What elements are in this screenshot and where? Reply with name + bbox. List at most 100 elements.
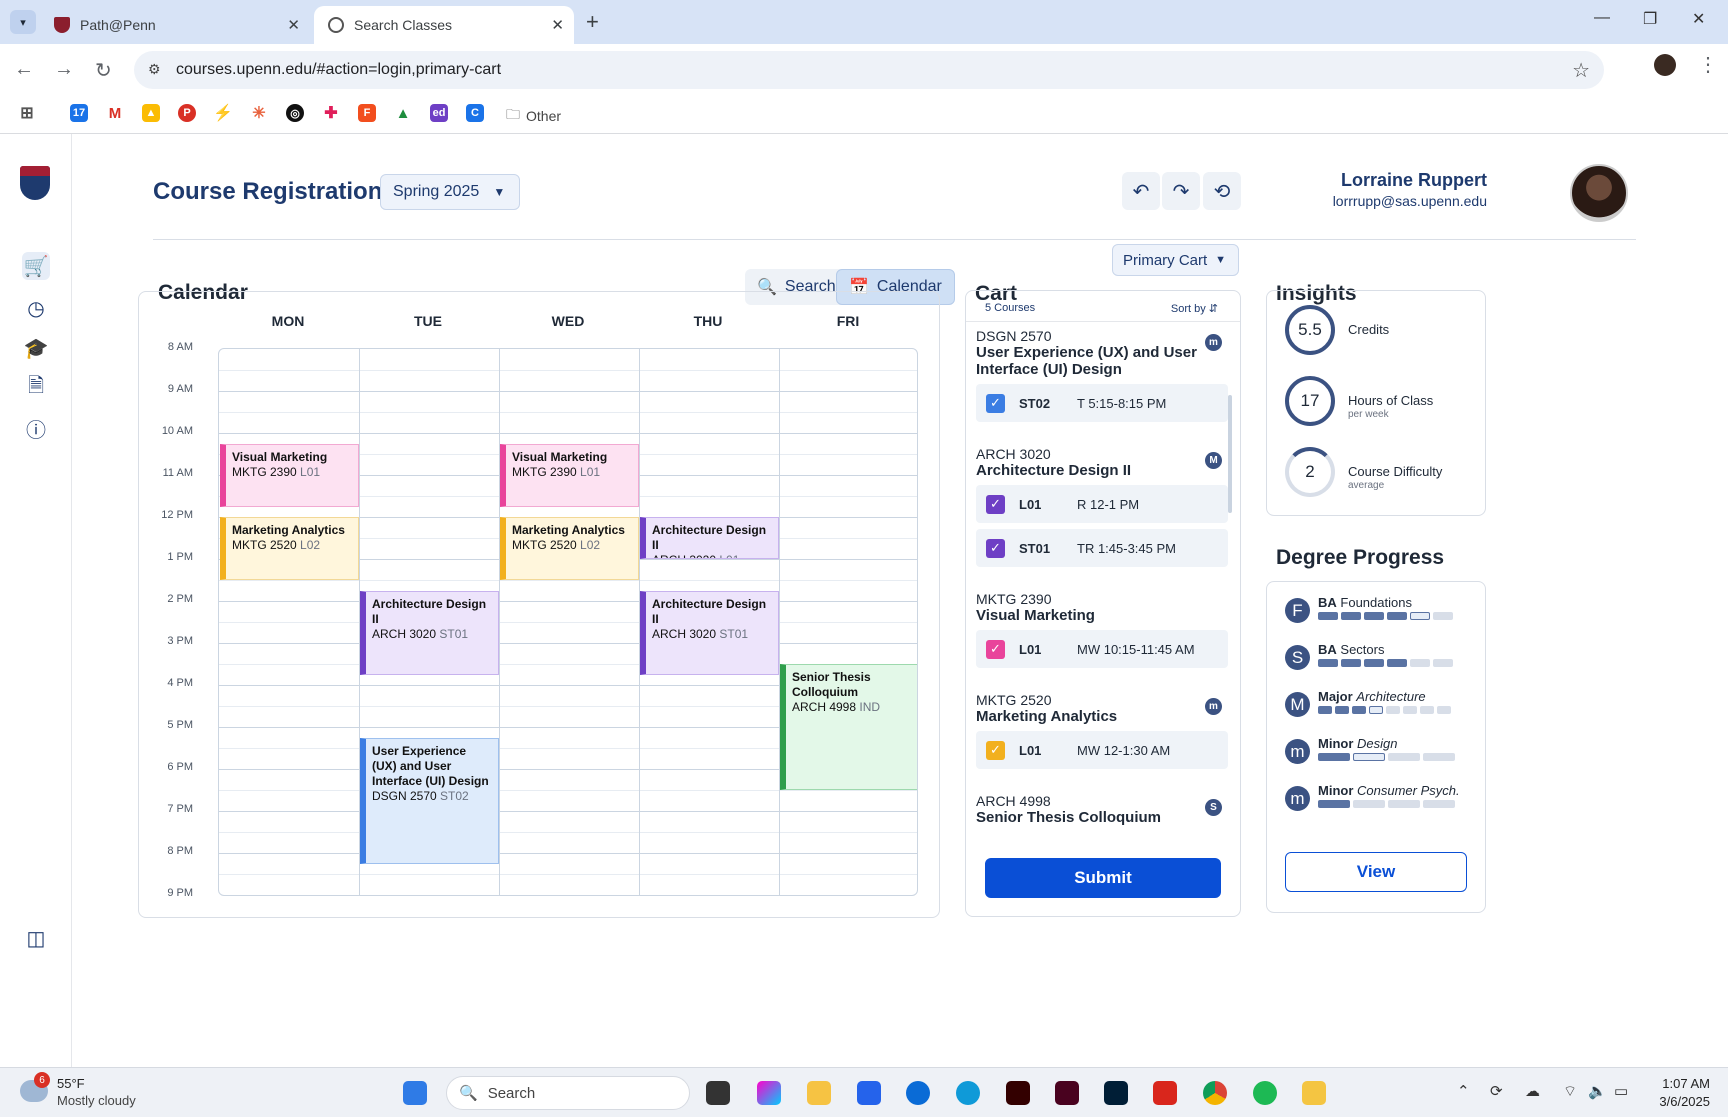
cart-section-row[interactable]: ✓ L01 MW 12-1:30 AM [976,731,1228,769]
close-icon[interactable]: ✕ [551,16,564,34]
redo-button[interactable]: ↷ [1162,172,1200,210]
undo-button[interactable]: ↶ [1122,172,1160,210]
clock-time[interactable]: 1:07 AM [1662,1076,1710,1091]
sticky-notes-icon[interactable] [1302,1081,1326,1105]
calendar-event[interactable]: Marketing Analytics MKTG 2520 L02 [500,517,639,580]
taskbar-search-label: Search [487,1084,536,1102]
speaker-icon[interactable]: 🔈 [1588,1082,1607,1100]
graduation-cap-icon[interactable]: 🎓 [22,334,50,362]
mountain-icon[interactable]: ▲ [394,104,412,122]
section-checkbox[interactable]: ✓ [986,538,1005,558]
cart-course[interactable]: DSGN 2570 User Experience (UX) and User I… [976,328,1228,422]
figma-icon[interactable]: F [358,104,376,122]
avatar[interactable] [1570,164,1628,222]
section-checkbox[interactable]: ✓ [986,393,1005,413]
sync-icon[interactable]: ⟳ [1490,1082,1503,1100]
history-button[interactable]: ⟲ [1203,172,1241,210]
canvas-c-icon[interactable]: C [466,104,484,122]
taskbar-search[interactable]: 🔍 Search [446,1076,690,1110]
document-search-icon[interactable]: 🗎 [22,374,50,402]
restore-icon[interactable]: ❐ [1643,9,1657,29]
weather-temp[interactable]: 55°F [57,1076,85,1091]
cart-section-row[interactable]: ✓ ST01 TR 1:45-3:45 PM [976,529,1228,567]
address-bar[interactable]: ⚙ courses.upenn.edu/#action=login,primar… [134,51,1604,89]
reload-icon[interactable]: ↻ [95,58,112,83]
illustrator-icon[interactable] [1006,1081,1030,1105]
cart-course[interactable]: MKTG 2390 Visual Marketing ✓ L01 MW 10:15-11… [976,591,1228,668]
cart-course[interactable]: MKTG 2520 Marketing Analytics m ✓ L01 MW 12-1… [976,692,1228,769]
chrome-icon[interactable] [1203,1081,1227,1105]
grid-half-hour-line [219,874,917,875]
chevron-up-icon[interactable]: ⌃ [1457,1082,1470,1100]
task-view-icon[interactable] [706,1081,730,1105]
claude-icon[interactable]: ✳ [250,104,268,122]
pinterest-icon[interactable]: P [178,104,196,122]
browser-tabstrip: ▾ Path@Penn ✕ Search Classes ✕ + — ❐ ✕ [0,0,1728,44]
new-tab-button[interactable]: + [586,9,599,35]
gmail-icon[interactable]: M [106,104,124,122]
windows-start-icon[interactable] [403,1081,427,1105]
tab-search-classes[interactable]: Search Classes ✕ [314,6,574,44]
cart-course[interactable]: ARCH 3020 Architecture Design II M ✓ L01 R 12… [976,446,1228,567]
close-icon[interactable]: ✕ [287,16,300,34]
calendar-event[interactable]: Architecture Design II ARCH 3020 ST01 [640,590,779,675]
autocad-icon[interactable] [1153,1081,1177,1105]
apps-grid-icon[interactable]: ⊞ [18,104,36,122]
openai-icon[interactable]: ◎ [286,104,304,122]
cart-course[interactable]: ARCH 4998 Senior Thesis Colloquium S [976,793,1228,826]
clock-icon[interactable]: ◷ [22,294,50,322]
calendar-event[interactable]: Marketing Analytics MKTG 2520 L02 [220,517,359,580]
cart-panel: 5 Courses Sort by ⇵ DSGN 2570 User Experi… [965,290,1241,917]
collapse-sidebar-icon[interactable]: ◫ [22,924,50,952]
info-icon[interactable]: ⓘ [22,414,50,442]
tab-search-button[interactable]: ▾ [10,10,36,34]
ed-icon[interactable]: ed [430,104,448,122]
forward-arrow-icon[interactable]: → [54,58,74,81]
slack-icon[interactable]: ✚ [322,104,340,122]
copilot-icon[interactable] [757,1081,781,1105]
cart-section-row[interactable]: ✓ L01 R 12-1 PM [976,485,1228,523]
profile-avatar-icon[interactable] [1654,54,1676,76]
kebab-menu-icon[interactable]: ⋮ [1698,52,1718,77]
spotify-icon[interactable] [1253,1081,1277,1105]
bookmark-star-icon[interactable]: ☆ [1572,58,1590,83]
bolt-icon[interactable]: ⚡ [213,104,233,122]
google-calendar-icon[interactable]: 17 [70,104,88,122]
file-explorer-icon[interactable] [807,1081,831,1105]
back-arrow-icon[interactable]: ← [14,58,34,81]
battery-icon[interactable]: ▭ [1614,1082,1628,1100]
wifi-icon[interactable]: ⌔ [1563,1082,1577,1101]
indesign-icon[interactable] [1055,1081,1079,1105]
submit-button[interactable]: Submit [985,858,1221,898]
site-settings-icon[interactable]: ⚙ [148,61,161,78]
term-select[interactable]: Spring 2025 ▼ [380,174,521,210]
section-checkbox[interactable]: ✓ [986,494,1005,514]
calendar-event[interactable]: Architecture Design IIARCH 3020 L01 [640,517,779,559]
calendar-event[interactable]: Visual Marketing MKTG 2390 L01 [220,443,359,507]
view-button[interactable]: View [1285,852,1467,892]
cart-course-list[interactable]: DSGN 2570 User Experience (UX) and User I… [966,321,1240,838]
cloud-off-icon[interactable]: ☁ [1525,1082,1540,1100]
calendar-event[interactable]: Visual Marketing MKTG 2390 L01 [500,443,639,507]
calendar-event[interactable]: Architecture Design II ARCH 3020 ST01 [360,590,499,675]
cart-icon[interactable]: 🛒 [22,252,50,280]
event-title: User Experience (UX) and User Interface … [372,743,489,788]
section-checkbox[interactable]: ✓ [986,740,1005,760]
calendar-event[interactable]: User Experience (UX) and User Interface … [360,737,499,864]
cart-scrollbar[interactable] [1228,395,1232,513]
edge-icon[interactable] [956,1081,980,1105]
tab-path-at-penn[interactable]: Path@Penn ✕ [40,6,310,44]
store-icon[interactable] [857,1081,881,1105]
minimize-icon[interactable]: — [1594,9,1610,27]
calendar-event[interactable]: Senior Thesis Colloquium ARCH 4998 IND [780,664,917,790]
window-close-icon[interactable]: ✕ [1692,9,1705,29]
dell-icon[interactable] [906,1081,930,1105]
cart-select[interactable]: Primary Cart ▼ [1112,244,1239,276]
bookmark-folder-other[interactable]: 🗀 Other [506,104,561,128]
cart-section-row[interactable]: ✓ L01 MW 10:15-11:45 AM [976,630,1228,668]
sort-by-button[interactable]: Sort by ⇵ [1171,302,1218,315]
google-drive-icon[interactable]: ▲ [142,104,160,122]
section-checkbox[interactable]: ✓ [986,639,1005,659]
cart-section-row[interactable]: ✓ ST02 T 5:15-8:15 PM [976,384,1228,422]
photoshop-icon[interactable] [1104,1081,1128,1105]
